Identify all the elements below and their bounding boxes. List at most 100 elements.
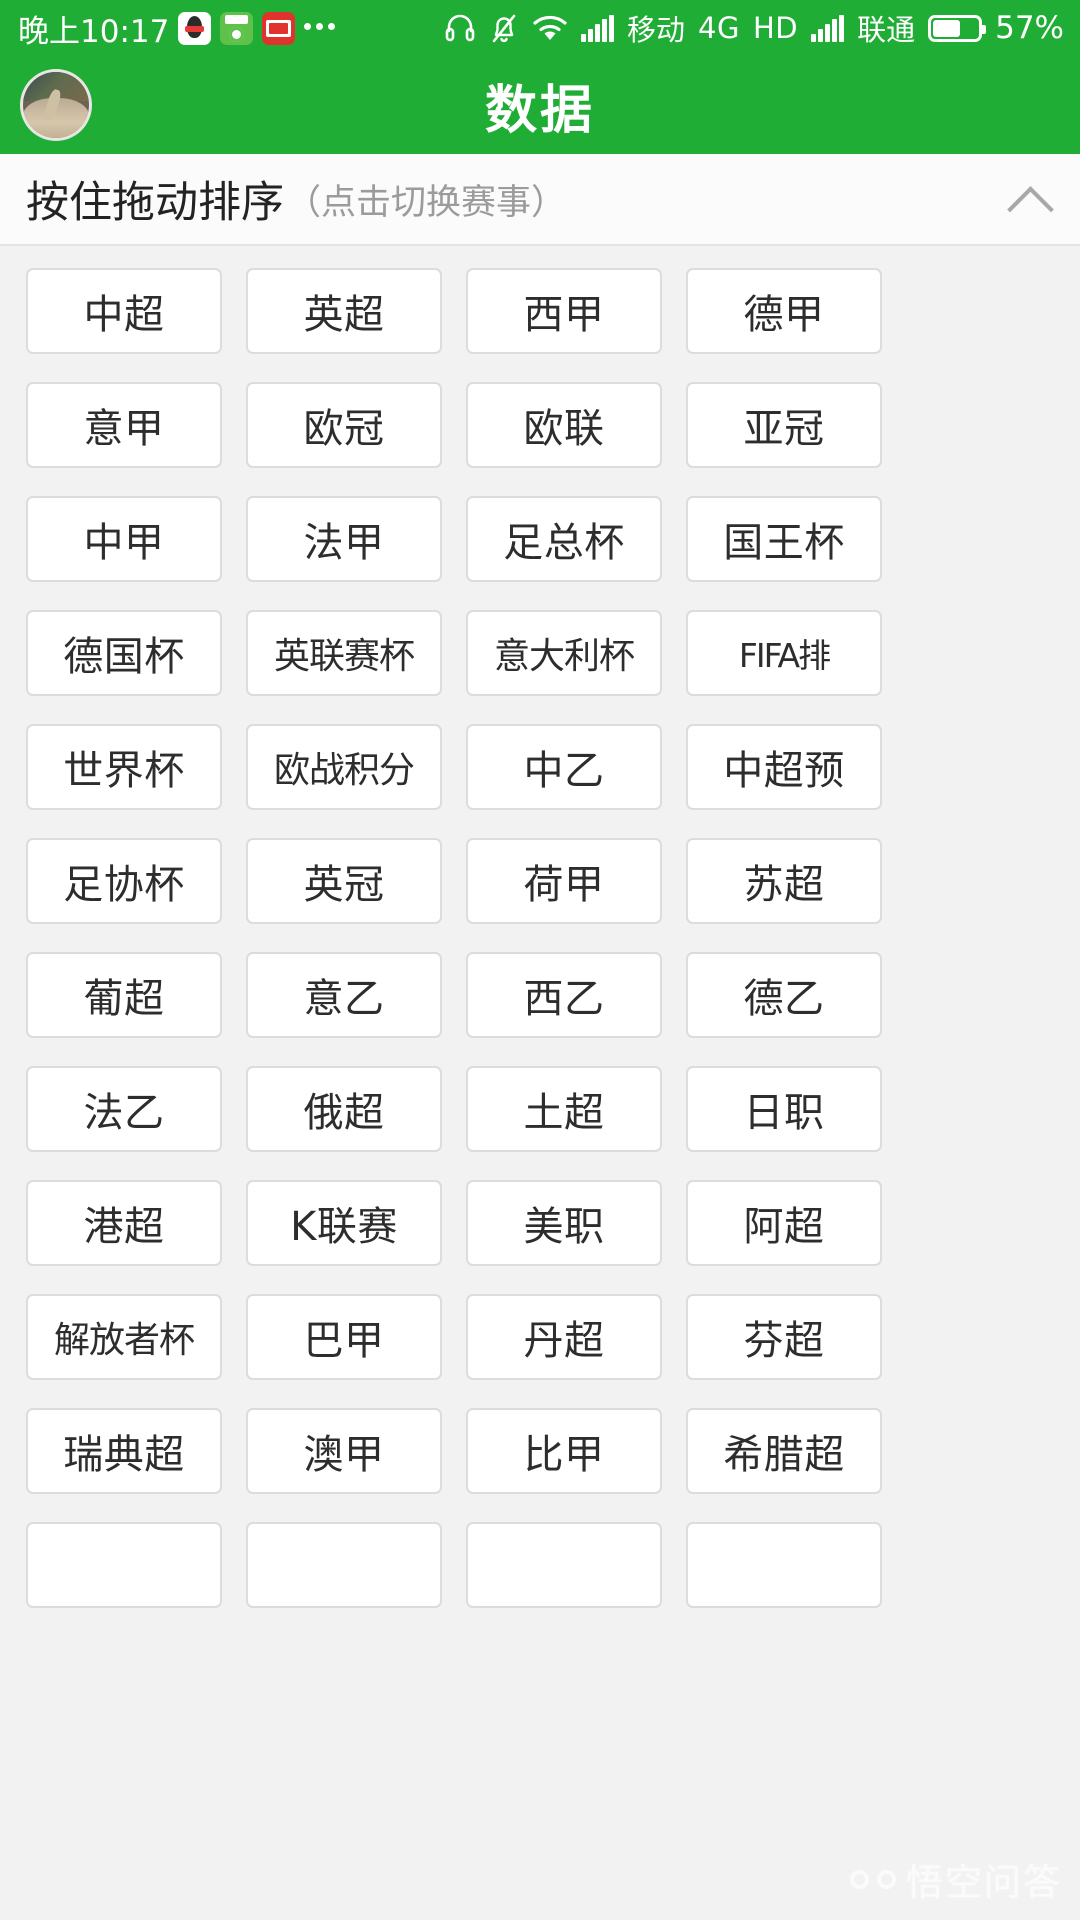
league-cell-label: 德乙 bbox=[743, 976, 825, 1022]
league-cell-label: 日职 bbox=[743, 1090, 825, 1136]
signal-bars-icon-2 bbox=[811, 14, 845, 42]
league-cell[interactable]: 德国杯 bbox=[26, 610, 222, 696]
league-grid-scroll-area[interactable]: 中超 英超 西甲 德甲意甲 欧冠 欧联 亚冠中甲 法甲 足总杯 国王杯德国杯 英联赛杯 意大利杯 FIF… bbox=[0, 246, 1080, 1920]
league-cell-label: 丹超 bbox=[523, 1318, 605, 1364]
league-cell-label: 希腊超 bbox=[723, 1432, 845, 1478]
league-cell[interactable]: 阿超 bbox=[686, 1180, 882, 1266]
league-cell-label: 欧冠 bbox=[303, 406, 385, 452]
league-cell-label: 英冠 bbox=[303, 862, 385, 908]
league-cell-label: 西乙 bbox=[523, 976, 605, 1022]
league-cell[interactable] bbox=[246, 1522, 442, 1608]
league-cell[interactable]: 英超 bbox=[246, 268, 442, 354]
status-bar: 晚上10:17 移动 4G HD 联通 57% bbox=[0, 0, 1080, 56]
carrier-label-1: 移动 bbox=[626, 13, 685, 47]
league-cell-label: FIFA排 bbox=[738, 636, 831, 675]
league-cell[interactable]: 比甲 bbox=[466, 1408, 662, 1494]
league-cell[interactable]: 日职 bbox=[686, 1066, 882, 1152]
league-cell-label: 中超预 bbox=[723, 748, 845, 794]
sort-hint-main-label: 按住拖动排序 bbox=[26, 178, 284, 228]
league-cell[interactable]: 西甲 bbox=[466, 268, 662, 354]
league-cell-label: 葡超 bbox=[83, 976, 165, 1022]
league-cell[interactable]: 瑞典超 bbox=[26, 1408, 222, 1494]
league-cell[interactable]: 丹超 bbox=[466, 1294, 662, 1380]
league-cell[interactable]: 英冠 bbox=[246, 838, 442, 924]
league-cell[interactable]: 法乙 bbox=[26, 1066, 222, 1152]
league-cell[interactable]: 西乙 bbox=[466, 952, 662, 1038]
league-cell-label: 解放者杯 bbox=[53, 1320, 195, 1361]
league-cell-label: 国王杯 bbox=[723, 520, 845, 566]
bell-muted-icon bbox=[492, 14, 516, 43]
sort-hint-header[interactable]: 按住拖动排序 （点击切换赛事） bbox=[0, 154, 1080, 246]
wifi-icon bbox=[533, 15, 567, 40]
league-cell[interactable]: 德乙 bbox=[686, 952, 882, 1038]
league-cell-label: 美职 bbox=[523, 1204, 605, 1250]
league-cell-label: 中超 bbox=[83, 292, 165, 338]
league-cell[interactable]: 中甲 bbox=[26, 496, 222, 582]
league-cell[interactable]: 巴甲 bbox=[246, 1294, 442, 1380]
chevron-up-icon[interactable] bbox=[1008, 177, 1052, 221]
league-cell[interactable]: 意甲 bbox=[26, 382, 222, 468]
league-cell[interactable]: FIFA排 bbox=[686, 610, 882, 696]
league-cell[interactable] bbox=[466, 1522, 662, 1608]
league-cell[interactable]: 澳甲 bbox=[246, 1408, 442, 1494]
league-cell[interactable] bbox=[26, 1522, 222, 1608]
battery-icon bbox=[928, 14, 987, 42]
league-cell-label: 阿超 bbox=[743, 1204, 825, 1250]
league-cell[interactable]: 法甲 bbox=[246, 496, 442, 582]
league-cell[interactable]: 港超 bbox=[26, 1180, 222, 1266]
league-cell-label: 法甲 bbox=[303, 520, 385, 566]
status-bar-left: 晚上10:17 bbox=[18, 6, 336, 51]
user-avatar[interactable] bbox=[20, 69, 92, 141]
league-cell[interactable]: K联赛 bbox=[246, 1180, 442, 1266]
league-cell[interactable]: 芬超 bbox=[686, 1294, 882, 1380]
football-app-icon bbox=[220, 11, 254, 45]
league-cell[interactable]: 欧联 bbox=[466, 382, 662, 468]
league-cell-label: 足总杯 bbox=[503, 520, 625, 566]
league-cell[interactable]: 亚冠 bbox=[686, 382, 882, 468]
league-cell-label: 中甲 bbox=[83, 520, 165, 566]
signal-bars-icon-1 bbox=[580, 14, 614, 42]
league-cell-label: 英超 bbox=[303, 292, 385, 338]
league-cell-label: 法乙 bbox=[83, 1090, 165, 1136]
league-cell[interactable]: 希腊超 bbox=[686, 1408, 882, 1494]
headset-icon bbox=[445, 14, 475, 42]
battery-percent-label: 57% bbox=[995, 10, 1064, 46]
league-cell-label: 足协杯 bbox=[63, 862, 185, 908]
league-cell[interactable]: 国王杯 bbox=[686, 496, 882, 582]
league-cell-label: 欧联 bbox=[523, 406, 605, 452]
league-cell-label: 中乙 bbox=[523, 748, 605, 794]
league-cell[interactable]: 苏超 bbox=[686, 838, 882, 924]
league-cell[interactable]: 土超 bbox=[466, 1066, 662, 1152]
league-cell[interactable]: 世界杯 bbox=[26, 724, 222, 810]
league-cell[interactable]: 英联赛杯 bbox=[246, 610, 442, 696]
league-cell[interactable]: 足协杯 bbox=[26, 838, 222, 924]
league-cell[interactable]: 德甲 bbox=[686, 268, 882, 354]
league-cell[interactable] bbox=[686, 1522, 882, 1608]
league-cell[interactable]: 葡超 bbox=[26, 952, 222, 1038]
league-cell[interactable]: 欧战积分 bbox=[246, 724, 442, 810]
league-cell-label: 土超 bbox=[523, 1090, 605, 1136]
league-cell-label: 德甲 bbox=[743, 292, 825, 338]
league-cell[interactable]: 美职 bbox=[466, 1180, 662, 1266]
league-cell-label: 港超 bbox=[83, 1204, 165, 1250]
league-cell[interactable]: 意大利杯 bbox=[466, 610, 662, 696]
battery-fill bbox=[933, 19, 961, 37]
league-cell[interactable]: 中乙 bbox=[466, 724, 662, 810]
league-cell[interactable]: 欧冠 bbox=[246, 382, 442, 468]
league-cell[interactable]: 解放者杯 bbox=[26, 1294, 222, 1380]
league-cell-label: 英联赛杯 bbox=[273, 636, 415, 677]
league-cell[interactable]: 中超预 bbox=[686, 724, 882, 810]
carrier-label-2: 联通 bbox=[857, 13, 916, 47]
status-bar-right: 移动 4G HD 联通 57% bbox=[444, 7, 1064, 49]
league-cell-label: 苏超 bbox=[743, 862, 825, 908]
league-cell-label: 德国杯 bbox=[63, 634, 185, 680]
toutiao-icon bbox=[262, 11, 296, 45]
league-cell[interactable]: 荷甲 bbox=[466, 838, 662, 924]
league-cell[interactable]: 意乙 bbox=[246, 952, 442, 1038]
league-cell[interactable]: 足总杯 bbox=[466, 496, 662, 582]
league-cell[interactable]: 俄超 bbox=[246, 1066, 442, 1152]
hd-label: HD bbox=[752, 11, 799, 45]
league-cell-label: 世界杯 bbox=[63, 748, 185, 794]
league-cell[interactable]: 中超 bbox=[26, 268, 222, 354]
status-clock: 晚上10:17 bbox=[18, 13, 170, 50]
